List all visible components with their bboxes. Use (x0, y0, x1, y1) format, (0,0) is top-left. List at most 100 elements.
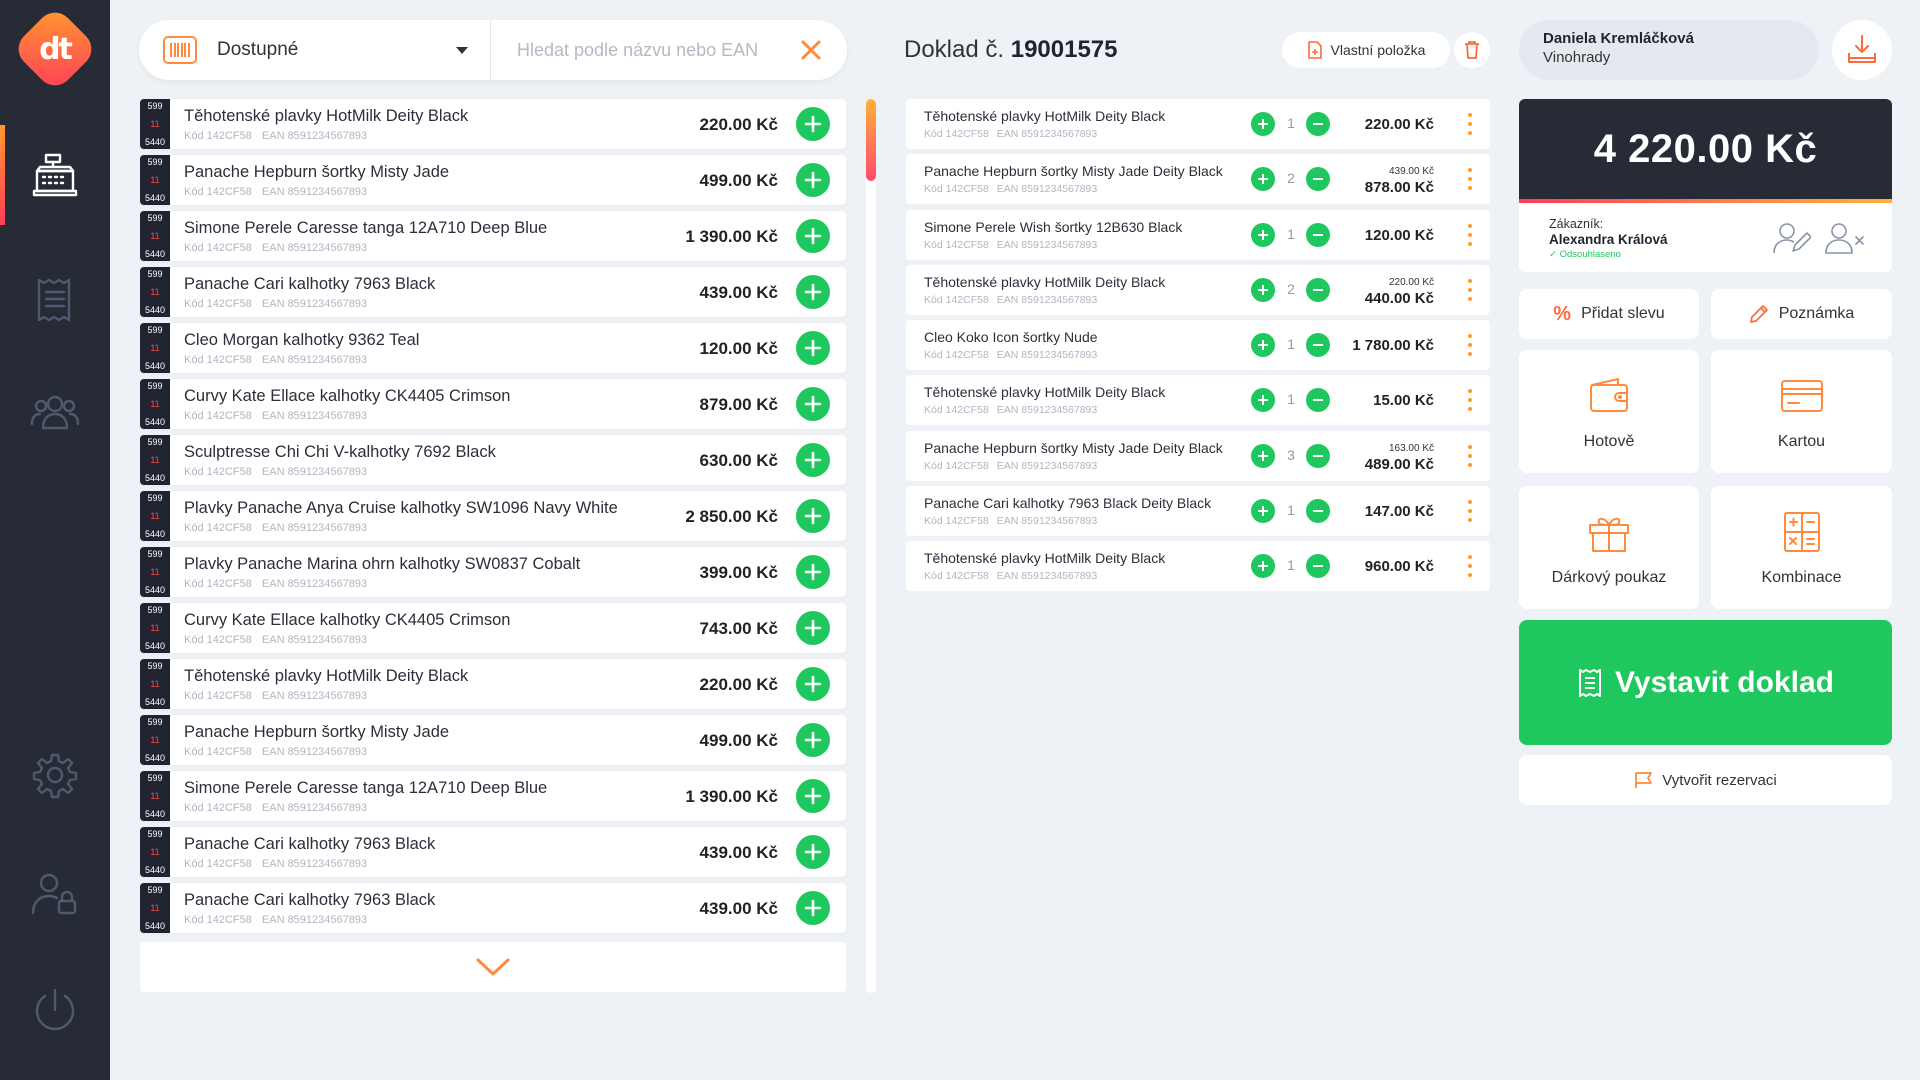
add-to-receipt-button[interactable] (796, 611, 830, 645)
more-options-icon[interactable] (1468, 334, 1472, 357)
more-options-icon[interactable] (1468, 389, 1472, 412)
product-row[interactable]: 599 11 5440 Sculptresse Chi Chi V-kalhotky… (140, 435, 846, 485)
download-button[interactable] (1832, 20, 1892, 80)
add-to-receipt-button[interactable] (796, 387, 830, 421)
quantity-decrease-button[interactable] (1306, 112, 1330, 136)
product-row[interactable]: 599 11 5440 Curvy Kate Ellace kalhotky CK4… (140, 603, 846, 653)
quantity-decrease-button[interactable] (1306, 167, 1330, 192)
quantity-decrease-button[interactable] (1306, 499, 1330, 524)
receipt-item[interactable]: Těhotenské plavky HotMilk Deity Black Kó… (906, 541, 1490, 592)
more-options-icon[interactable] (1468, 113, 1472, 135)
nav-settings[interactable] (0, 725, 110, 825)
combined-payment-button[interactable]: Kombinace (1711, 486, 1892, 609)
quantity-increase-button[interactable] (1251, 499, 1275, 524)
create-reservation-button[interactable]: Vytvořit rezervaci (1519, 755, 1892, 805)
product-row[interactable]: 599 11 5440 Simone Perele Caresse tanga 12… (140, 771, 846, 821)
add-discount-button[interactable]: % Přidat slevu (1519, 289, 1699, 339)
quantity-decrease-button[interactable] (1306, 277, 1330, 302)
receipt-item[interactable]: Panache Cari kalhotky 7963 Black Deity B… (906, 486, 1490, 537)
product-row[interactable]: 599 11 5440 Curvy Kate Ellace kalhotky CK4… (140, 379, 846, 429)
product-search-input[interactable] (491, 20, 791, 80)
quantity-increase-button[interactable] (1251, 277, 1275, 302)
add-to-receipt-button[interactable] (796, 723, 830, 757)
note-button[interactable]: Poznámka (1711, 289, 1892, 339)
quantity-decrease-button[interactable] (1306, 554, 1330, 579)
pay-cash-button[interactable]: Hotově (1519, 350, 1699, 473)
receipt-item[interactable]: Cleo Koko Icon šortky Nude Kód 142CF58 EA… (906, 320, 1490, 371)
quantity-increase-button[interactable] (1251, 167, 1275, 192)
product-price: 439.00 Kč (699, 899, 778, 918)
more-options-icon[interactable] (1468, 278, 1472, 301)
user-card[interactable]: Daniela Kremláčková Vinohrady (1519, 20, 1819, 80)
product-row[interactable]: 599 11 5440 Panache Cari kalhotky 7963 Bla… (140, 267, 846, 317)
more-options-icon[interactable] (1468, 444, 1472, 467)
more-options-icon[interactable] (1468, 223, 1472, 246)
nav-customers[interactable] (0, 362, 110, 462)
add-to-receipt-button[interactable] (796, 443, 830, 477)
add-to-receipt-button[interactable] (796, 219, 830, 253)
product-row[interactable]: 599 11 5440 Panache Hepburn šortky Misty J… (140, 155, 846, 205)
add-to-receipt-button[interactable] (796, 499, 830, 533)
receipt-item[interactable]: Těhotenské plavky HotMilk Deity Black Kó… (906, 264, 1490, 315)
quantity-decrease-button[interactable] (1306, 443, 1330, 468)
quantity-increase-button[interactable] (1251, 112, 1275, 136)
close-icon[interactable] (799, 38, 823, 62)
quantity-increase-button[interactable] (1251, 333, 1275, 358)
add-to-receipt-button[interactable] (796, 275, 830, 309)
nav-receipts[interactable] (0, 250, 110, 350)
quantity-decrease-button[interactable] (1306, 388, 1330, 413)
app-logo[interactable]: dt (11, 5, 99, 93)
product-list-scrollbar[interactable] (866, 99, 876, 993)
add-to-receipt-button[interactable] (796, 107, 830, 141)
product-row[interactable]: 599 11 5440 Panache Cari kalhotky 7963 Bla… (140, 883, 846, 933)
edit-customer-icon[interactable] (1773, 221, 1811, 255)
quantity-increase-button[interactable] (1251, 554, 1275, 579)
nav-pos-register[interactable] (0, 125, 110, 225)
add-to-receipt-button[interactable] (796, 555, 830, 589)
receipt-item[interactable]: Panache Hepburn šortky Misty Jade Deity … (906, 154, 1490, 205)
receipt-item[interactable]: Simone Perele Wish šortky 12B630 Black K… (906, 209, 1490, 260)
quantity-increase-button[interactable] (1251, 388, 1275, 413)
product-row[interactable]: 599 11 5440 Plavky Panache Anya Cruise kal… (140, 491, 846, 541)
product-row[interactable]: 599 11 5440 Panache Hepburn šortky Misty J… (140, 715, 846, 765)
availability-filter-select[interactable]: Dostupné (217, 20, 491, 80)
stock-badge: 599 11 5440 (140, 547, 170, 597)
add-to-receipt-button[interactable] (796, 779, 830, 813)
more-options-icon[interactable] (1468, 168, 1472, 191)
receipt-item[interactable]: Panache Hepburn šortky Misty Jade Deity … (906, 430, 1490, 481)
product-meta: Kód 142CF58 EAN 8591234567893 (184, 690, 368, 702)
product-row[interactable]: 599 11 5440 Panache Cari kalhotky 7963 Bla… (140, 827, 846, 877)
remove-customer-icon[interactable] (1825, 221, 1865, 255)
product-row[interactable]: 599 11 5440 Cleo Morgan kalhotky 9362 Teal… (140, 323, 846, 373)
plus-icon (1258, 340, 1268, 351)
own-item-button[interactable]: Vlastní položka (1282, 32, 1450, 68)
user-name: Daniela Kremláčková (1543, 30, 1694, 47)
add-to-receipt-button[interactable] (796, 331, 830, 365)
clear-receipt-button[interactable] (1454, 32, 1490, 68)
pay-card-button[interactable]: Kartou (1711, 350, 1892, 473)
quantity-decrease-button[interactable] (1306, 333, 1330, 358)
gift-voucher-button[interactable]: Dárkový poukaz (1519, 486, 1699, 609)
quantity-decrease-button[interactable] (1306, 222, 1330, 247)
barcode-icon[interactable] (163, 36, 197, 64)
nav-user-lock[interactable] (0, 845, 110, 945)
product-name: Panache Cari kalhotky 7963 Black (184, 835, 436, 853)
add-to-receipt-button[interactable] (796, 667, 830, 701)
product-row[interactable]: 599 11 5440 Těhotenské plavky HotMilk Deit… (140, 99, 846, 149)
more-options-icon[interactable] (1468, 500, 1472, 523)
quantity-increase-button[interactable] (1251, 443, 1275, 468)
product-row[interactable]: 599 11 5440 Těhotenské plavky HotMilk Deit… (140, 659, 846, 709)
add-to-receipt-button[interactable] (796, 163, 830, 197)
nav-logout[interactable] (0, 960, 110, 1060)
receipt-item[interactable]: Těhotenské plavky HotMilk Deity Black Kó… (906, 375, 1490, 426)
quantity-increase-button[interactable] (1251, 222, 1275, 247)
scrollbar-thumb[interactable] (866, 99, 876, 181)
add-to-receipt-button[interactable] (796, 891, 830, 925)
load-more-button[interactable] (140, 942, 846, 992)
receipt-item[interactable]: Těhotenské plavky HotMilk Deity Black Kó… (906, 99, 1490, 149)
add-to-receipt-button[interactable] (796, 835, 830, 869)
product-row[interactable]: 599 11 5440 Simone Perele Caresse tanga 12… (140, 211, 846, 261)
more-options-icon[interactable] (1468, 555, 1472, 578)
product-row[interactable]: 599 11 5440 Plavky Panache Marina ohrn kal… (140, 547, 846, 597)
issue-receipt-button[interactable]: Vystavit doklad (1519, 620, 1892, 745)
